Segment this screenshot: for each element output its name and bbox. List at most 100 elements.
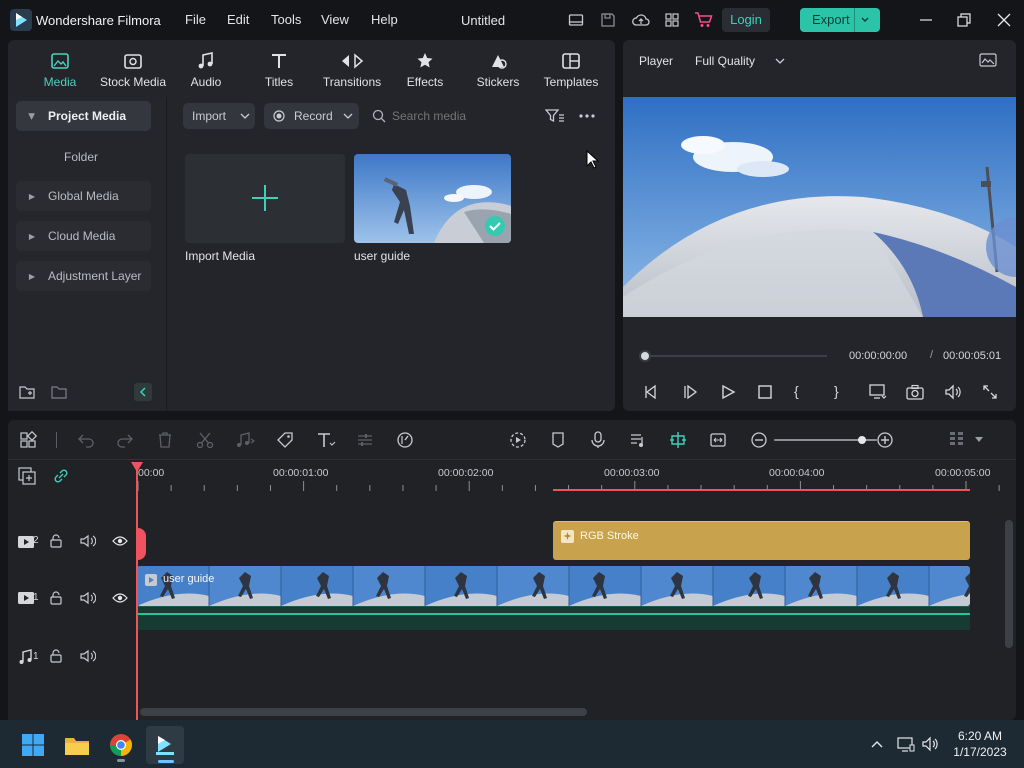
scissors-icon[interactable]	[196, 431, 214, 449]
collapse-sidebar-icon[interactable]	[134, 383, 152, 401]
stop-icon[interactable]	[757, 384, 773, 400]
render-preview-icon[interactable]	[509, 431, 527, 449]
playback-progress-track[interactable]	[645, 355, 827, 357]
marker-icon[interactable]	[549, 431, 567, 449]
redo-icon[interactable]	[116, 431, 134, 449]
sidebar-item-cloud-media[interactable]: ▶ Cloud Media	[16, 221, 151, 251]
horizontal-scrollbar[interactable]	[140, 708, 587, 716]
mark-out-icon[interactable]: }	[834, 383, 839, 399]
menu-help[interactable]: Help	[371, 12, 398, 27]
effect-clip[interactable]: RGB Stroke	[553, 521, 970, 560]
menu-tools[interactable]: Tools	[271, 12, 301, 27]
zoom-slider-knob[interactable]	[857, 436, 866, 444]
network-icon[interactable]	[897, 736, 915, 752]
file-explorer-icon[interactable]	[58, 726, 96, 764]
layout-icon[interactable]	[568, 12, 584, 28]
record-dropdown[interactable]: Record	[264, 103, 359, 129]
link-icon[interactable]	[52, 467, 70, 485]
playhead[interactable]	[136, 462, 138, 720]
audio-mixer-icon[interactable]	[629, 431, 647, 449]
quality-dropdown[interactable]: Full Quality	[695, 54, 785, 68]
grid-icon[interactable]	[664, 12, 680, 28]
delete-icon[interactable]	[156, 431, 174, 449]
lock-icon[interactable]	[49, 591, 63, 605]
layout-panels-icon[interactable]	[19, 431, 37, 449]
play-icon[interactable]	[720, 384, 736, 400]
speaker-icon[interactable]	[80, 649, 96, 663]
close-icon[interactable]	[996, 12, 1012, 28]
video-preview[interactable]	[623, 97, 1016, 317]
lock-icon[interactable]	[49, 534, 63, 548]
text-icon[interactable]	[316, 431, 336, 449]
snapshot-view-icon[interactable]	[979, 52, 997, 68]
sidebar-item-adjustment-layer[interactable]: ▶ Adjustment Layer	[16, 261, 151, 291]
chevron-up-icon[interactable]	[870, 737, 884, 751]
more-options-icon[interactable]	[578, 108, 596, 124]
tab-stock-media[interactable]: Stock Media	[96, 50, 170, 94]
chevron-down-icon[interactable]	[860, 15, 870, 25]
filmstrip-frame	[280, 566, 353, 606]
tab-titles[interactable]: Titles	[242, 50, 316, 94]
lock-icon[interactable]	[49, 649, 63, 663]
tab-stickers[interactable]: Stickers	[461, 50, 535, 94]
login-button[interactable]: Login	[722, 8, 770, 32]
snap-icon[interactable]	[669, 431, 687, 449]
folder-icon[interactable]	[51, 384, 67, 400]
search-input[interactable]	[392, 104, 532, 128]
add-track-icon[interactable]	[18, 467, 36, 485]
undo-icon[interactable]	[77, 431, 95, 449]
previous-frame-icon[interactable]	[643, 384, 659, 400]
playback-progress-knob[interactable]	[639, 350, 651, 362]
eye-icon[interactable]	[112, 592, 128, 604]
volume-tray-icon[interactable]	[921, 736, 939, 752]
menu-edit[interactable]: Edit	[227, 12, 249, 27]
sidebar-item-project-media[interactable]: ▶ Project Media	[16, 101, 151, 131]
menu-view[interactable]: View	[321, 12, 349, 27]
filmora-taskbar-icon[interactable]	[146, 726, 184, 764]
next-frame-icon[interactable]	[682, 384, 698, 400]
menu-file[interactable]: File	[185, 12, 206, 27]
zoom-in-icon[interactable]	[876, 431, 894, 449]
clock-date[interactable]: 1/17/2023	[948, 745, 1012, 759]
import-dropdown[interactable]: Import	[183, 103, 255, 129]
minimize-icon[interactable]	[918, 12, 934, 28]
auto-ripple-icon[interactable]	[709, 431, 727, 449]
tab-effects[interactable]: Effects	[388, 50, 462, 94]
zoom-out-icon[interactable]	[750, 431, 768, 449]
tag-icon[interactable]	[276, 431, 294, 449]
chevron-down-icon[interactable]	[975, 437, 983, 443]
tab-templates[interactable]: Templates	[534, 50, 608, 94]
vertical-scrollbar[interactable]	[1005, 520, 1013, 648]
cloud-upload-icon[interactable]	[632, 12, 650, 28]
windows-start-icon[interactable]	[14, 726, 52, 764]
speaker-icon[interactable]	[80, 534, 96, 548]
speed-icon[interactable]	[396, 431, 414, 449]
display-settings-icon[interactable]	[869, 383, 887, 401]
filter-icon[interactable]	[545, 108, 565, 124]
eye-icon[interactable]	[112, 535, 128, 547]
cart-icon[interactable]	[694, 11, 714, 29]
tab-audio[interactable]: Audio	[169, 50, 243, 94]
tab-media[interactable]: Media	[23, 50, 97, 94]
fullscreen-icon[interactable]	[982, 384, 998, 400]
adjust-icon[interactable]	[356, 431, 374, 449]
new-folder-icon[interactable]	[19, 384, 35, 400]
volume-icon[interactable]	[944, 384, 962, 400]
media-thumbnail[interactable]	[354, 154, 511, 243]
import-media-tile[interactable]	[185, 154, 345, 243]
audio-edit-icon[interactable]	[235, 431, 255, 449]
save-icon[interactable]	[600, 12, 616, 28]
filmstrip-frame	[137, 566, 209, 606]
restore-icon[interactable]	[956, 12, 972, 28]
clock-time[interactable]: 6:20 AM	[955, 729, 1005, 743]
microphone-icon[interactable]	[589, 431, 607, 449]
sidebar-item-global-media[interactable]: ▶ Global Media	[16, 181, 151, 211]
video-clip[interactable]: user guide	[137, 566, 970, 606]
speaker-icon[interactable]	[80, 591, 96, 605]
sidebar-item-folder[interactable]: Folder	[64, 150, 98, 164]
export-button[interactable]: Export	[800, 8, 880, 32]
mark-in-icon[interactable]: {	[794, 383, 799, 399]
tab-transitions[interactable]: Transitions	[315, 50, 389, 94]
track-layout-icon[interactable]	[948, 431, 966, 449]
camera-icon[interactable]	[906, 384, 924, 400]
